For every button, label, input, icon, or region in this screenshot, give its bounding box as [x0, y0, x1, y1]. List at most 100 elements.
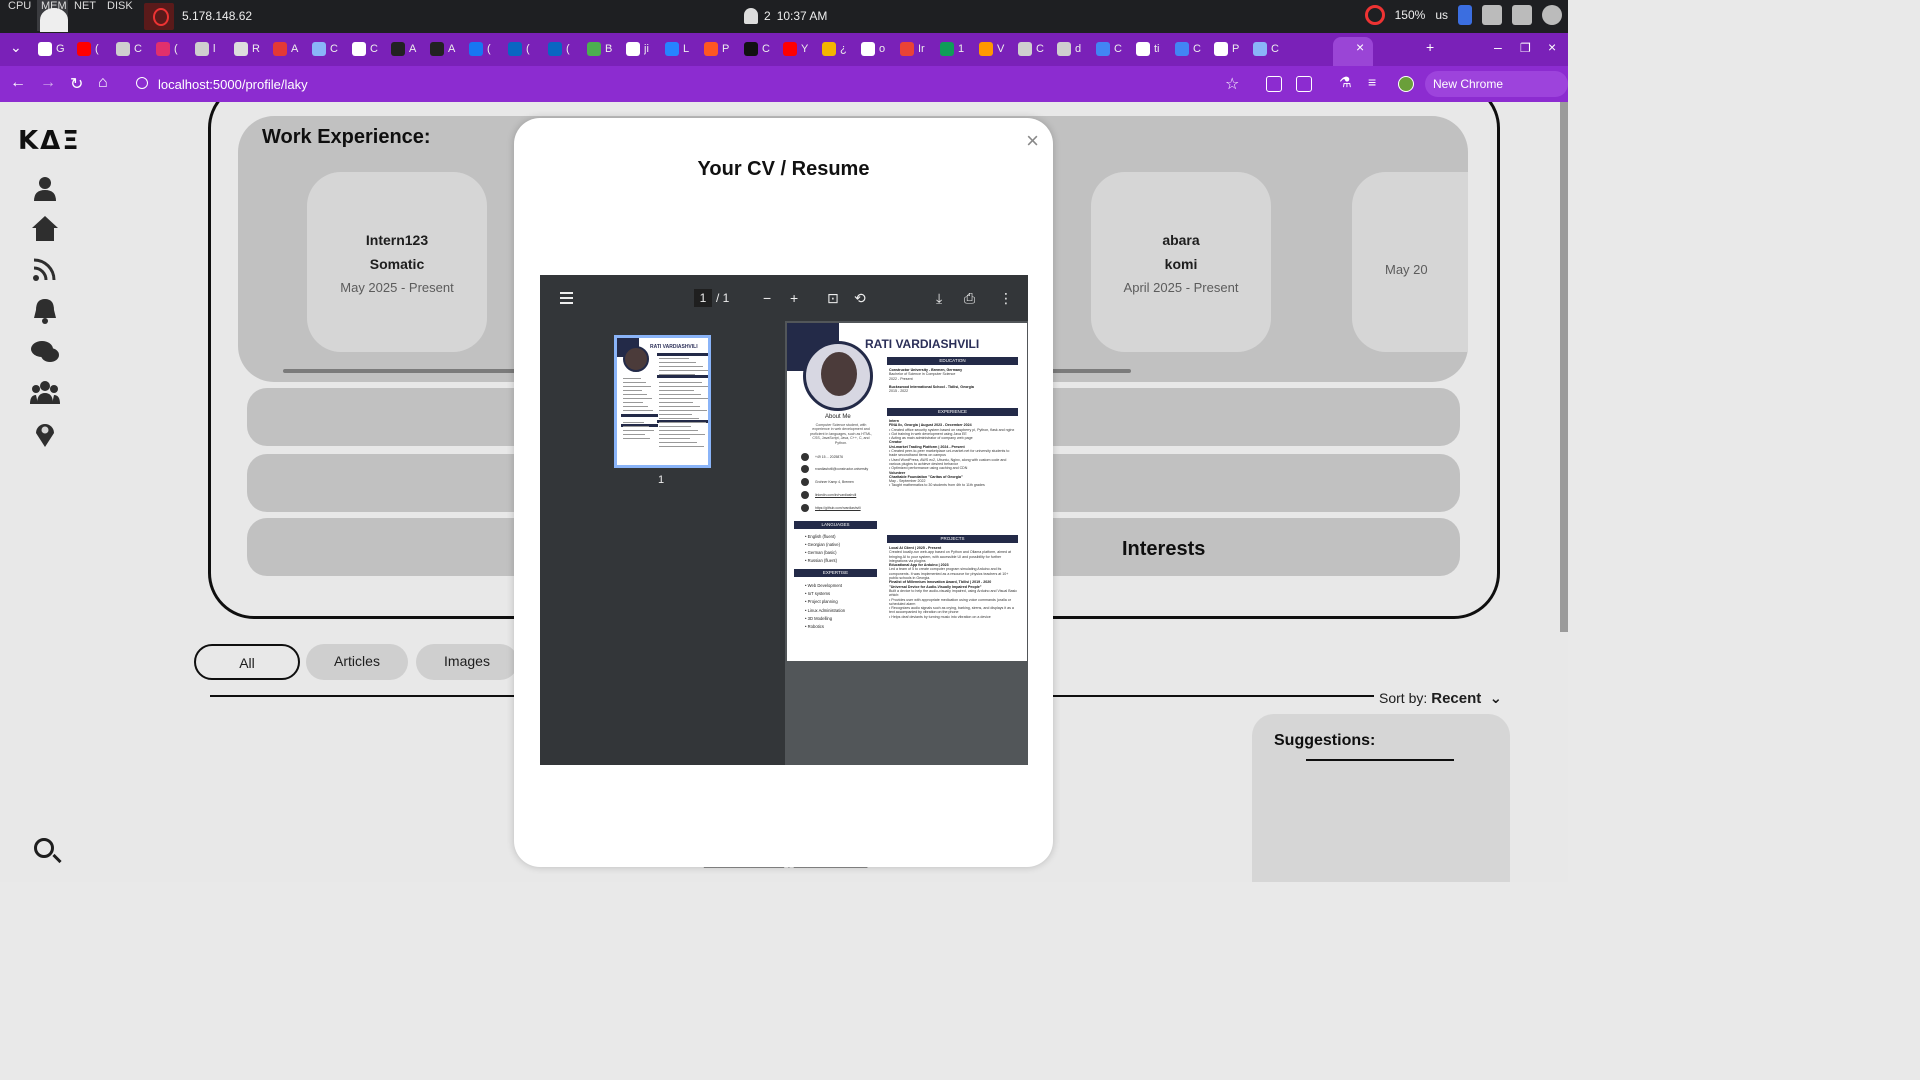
browser-tab[interactable]: A [430, 40, 464, 58]
page-thumbnail[interactable]: RATI VARDIASHVILI [614, 335, 711, 468]
close-tab-icon[interactable]: × [1356, 39, 1364, 55]
more-options-icon[interactable]: ⋮ [999, 290, 1013, 306]
chrome-icon [116, 42, 130, 56]
language-text: Georgian (native) [807, 542, 840, 547]
browser-tab[interactable]: ( [548, 40, 582, 58]
expertise-item: • IoT systems [805, 591, 831, 596]
mem-meter[interactable]: MEM [37, 0, 68, 32]
browser-tab[interactable]: L [665, 40, 699, 58]
browser-tab[interactable]: C [312, 40, 346, 58]
page-number-input[interactable]: 1 [694, 289, 712, 307]
labs-icon[interactable]: ⚗ [1339, 74, 1352, 91]
browser-tab[interactable]: C [1018, 40, 1052, 58]
browser-tab[interactable]: C [1096, 40, 1130, 58]
language-text: English (fluent) [807, 534, 836, 539]
browser-tab[interactable]: l [195, 40, 229, 58]
thumb-text-line [623, 398, 652, 399]
puzzle-icon[interactable] [1296, 76, 1312, 92]
extension-icon[interactable] [1266, 76, 1282, 92]
minimize-icon[interactable]: – [1494, 39, 1502, 55]
omnibox[interactable]: localhost:5000/profile/laky [130, 70, 1250, 98]
gmail-icon [900, 42, 914, 56]
address-icon [801, 478, 809, 486]
page-scrollbar[interactable] [1560, 102, 1568, 632]
browser-tab[interactable]: ( [77, 40, 111, 58]
tab-title: ( [566, 43, 570, 55]
browser-tab[interactable]: P [1214, 40, 1248, 58]
close-icon[interactable]: × [1026, 128, 1039, 154]
network-icon[interactable] [1482, 5, 1502, 25]
project-line: Helps deaf deviants by turning music int… [891, 614, 991, 619]
thumb-section-bar [657, 353, 708, 356]
browser-tab[interactable]: V [979, 40, 1013, 58]
browser-tab[interactable]: A [391, 40, 425, 58]
browser-tab[interactable]: ji [626, 40, 660, 58]
project-line: Provides user with appropriate medicatio… [889, 597, 1011, 606]
browser-tab[interactable]: 1 [940, 40, 974, 58]
zoom-level[interactable]: 150% [1395, 8, 1426, 22]
tab-search-icon[interactable]: ⌄ [10, 39, 22, 56]
profile-avatar-icon[interactable] [1398, 76, 1414, 92]
download-icon[interactable]: ⤓ [936, 290, 942, 306]
rotate-icon[interactable]: ⟲ [854, 290, 866, 306]
forward-icon[interactable]: → [40, 74, 56, 92]
browser-tab[interactable]: G [38, 40, 72, 58]
bookmark-star-icon[interactable]: ☆ [1225, 74, 1239, 94]
experience-line: Acting as main administrator of company … [891, 436, 973, 441]
active-tab[interactable] [1333, 37, 1373, 66]
browser-tab[interactable]: o [861, 40, 895, 58]
new-chrome-button[interactable]: New Chrome available ⋮ [1425, 71, 1568, 117]
browser-tab[interactable]: C [116, 40, 150, 58]
browser-tab[interactable]: ¿ [822, 40, 856, 58]
url-text[interactable]: localhost:5000/profile/laky [158, 77, 308, 92]
browser-tab[interactable]: B [587, 40, 621, 58]
record-icon[interactable] [1364, 5, 1385, 25]
vpn-icon[interactable] [144, 3, 174, 30]
browser-tab[interactable]: C [1175, 40, 1209, 58]
browser-tab[interactable]: A [273, 40, 307, 58]
net-meter[interactable]: NET [70, 0, 101, 31]
zoom-out-icon[interactable]: − [763, 290, 771, 306]
browser-tab[interactable]: C [744, 40, 778, 58]
system-meters: CPU MEM NET DISK [4, 0, 134, 32]
pdf-page-viewer[interactable]: RATI VARDIASHVILI About Me Computer Scie… [785, 321, 1028, 765]
tab-title: ti [1154, 43, 1160, 55]
user-icon[interactable] [1542, 5, 1562, 25]
linkedin-icon [801, 491, 809, 499]
thumb-text-line [623, 406, 648, 407]
browser-tab[interactable]: ( [508, 40, 542, 58]
browser-tab[interactable]: Ir [900, 40, 934, 58]
tab-title: l [213, 43, 216, 55]
disk-meter[interactable]: DISK [103, 0, 134, 31]
browser-tab[interactable]: C [1253, 40, 1287, 58]
media-icon[interactable]: ≡ [1368, 74, 1376, 90]
browser-tab[interactable]: d [1057, 40, 1091, 58]
close-window-icon[interactable]: × [1548, 39, 1556, 55]
back-icon[interactable]: ← [10, 74, 26, 92]
print-icon[interactable]: ⎙ [964, 290, 975, 306]
w-icon [430, 42, 444, 56]
browser-tab[interactable]: P [704, 40, 738, 58]
browser-tab[interactable]: ( [156, 40, 190, 58]
cpu-meter[interactable]: CPU [4, 0, 35, 31]
clock-area[interactable]: 2 10:37 AM [744, 8, 827, 24]
browser-tab[interactable]: ( [469, 40, 503, 58]
sidebar-menu-icon[interactable] [560, 292, 573, 304]
reload-icon[interactable]: ↻ [70, 74, 83, 94]
fit-page-icon[interactable]: ⊡ [827, 290, 839, 306]
bluetooth-icon[interactable] [1458, 5, 1472, 25]
home-icon[interactable]: ⌂ [98, 74, 108, 92]
new-tab-icon[interactable]: + [1426, 39, 1434, 55]
keyboard-layout[interactable]: us [1435, 8, 1448, 22]
page-total: / 1 [716, 291, 730, 305]
browser-tab[interactable]: C [352, 40, 386, 58]
zoom-in-icon[interactable]: + [790, 290, 798, 306]
contact-text: Grohner Kamp 4, Bremen [815, 480, 854, 484]
browser-tab[interactable]: Y [783, 40, 817, 58]
tab-title: P [722, 43, 730, 55]
clipboard-icon[interactable] [1512, 5, 1532, 25]
browser-tab[interactable]: R [234, 40, 268, 58]
maximize-icon[interactable]: ❐ [1520, 41, 1531, 55]
browser-tab[interactable]: ti [1136, 40, 1170, 58]
site-info-icon[interactable] [136, 77, 148, 89]
